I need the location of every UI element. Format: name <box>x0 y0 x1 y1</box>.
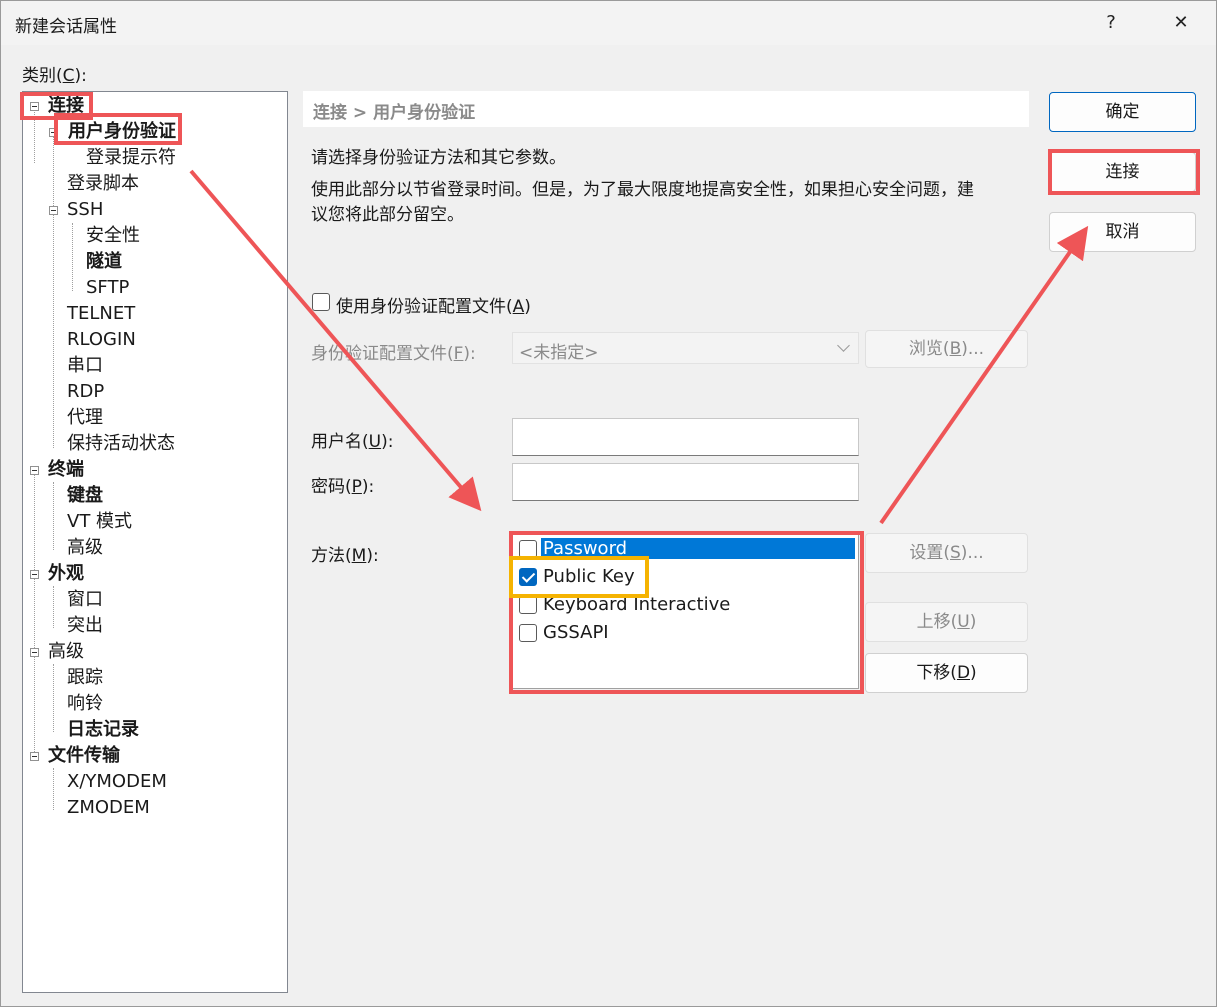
tree-item-terminal[interactable]: 终端 <box>48 459 84 481</box>
tree-item-zmodem[interactable]: ZMODEM <box>67 797 150 819</box>
username-label: 用户名(U): <box>311 432 394 452</box>
cancel-button[interactable]: 取消 <box>1049 212 1196 252</box>
tree-item-ssh[interactable]: SSH <box>67 199 103 221</box>
method-checkbox-keyboard-interactive[interactable] <box>519 596 537 614</box>
tree-item-login-script[interactable]: 登录脚本 <box>67 173 139 195</box>
description-text-3: 议您将此部分留空。 <box>311 205 464 225</box>
breadcrumb: 连接 > 用户身份验证 <box>303 91 1029 127</box>
dialog-window: 新建会话属性 ? ✕ 类别(C): 连接 用户身份验证 登录提示符 登录脚本 S… <box>0 0 1217 1007</box>
move-down-button[interactable]: 下移(D) <box>865 653 1028 693</box>
use-auth-profile-checkbox[interactable] <box>312 293 330 311</box>
collapse-icon[interactable] <box>30 570 39 579</box>
use-auth-profile-label[interactable]: 使用身份验证配置文件(A) <box>336 292 531 317</box>
tree-item-terminal-advanced[interactable]: 高级 <box>67 537 103 559</box>
collapse-icon[interactable] <box>30 752 39 761</box>
tree-item-keepalive[interactable]: 保持活动状态 <box>67 433 175 455</box>
tree-item-advanced[interactable]: 高级 <box>48 641 84 663</box>
collapse-icon[interactable] <box>30 102 39 111</box>
tree-item-appearance[interactable]: 外观 <box>48 563 84 585</box>
arrow-to-connect-button <box>879 225 1089 525</box>
tree-item-rdp[interactable]: RDP <box>67 381 104 403</box>
browse-button[interactable]: 浏览(B)... <box>865 330 1028 368</box>
auth-profile-select[interactable]: <未指定> <box>512 332 859 364</box>
tree-item-vt-mode[interactable]: VT 模式 <box>67 511 132 533</box>
method-checkbox-public-key[interactable] <box>519 568 537 586</box>
tree-item-keyboard[interactable]: 键盘 <box>67 485 103 507</box>
method-item-keyboard-interactive[interactable]: Keyboard Interactive <box>513 592 858 618</box>
tree-item-file-transfer[interactable]: 文件传输 <box>48 745 120 767</box>
tree-item-window[interactable]: 窗口 <box>67 589 103 611</box>
tree-item-bell[interactable]: 响铃 <box>67 693 103 715</box>
collapse-icon[interactable] <box>30 466 39 475</box>
collapse-icon[interactable] <box>30 648 39 657</box>
description-text-2: 使用此部分以节省登录时间。但是，为了最大限度地提高安全性，如果担心安全问题，建 <box>311 180 974 200</box>
auth-profile-label: 身份验证配置文件(F): <box>311 344 476 364</box>
connect-button[interactable]: 连接 <box>1049 152 1196 192</box>
method-item-gssapi[interactable]: GSSAPI <box>513 620 858 646</box>
method-item-password[interactable]: Password <box>513 536 858 562</box>
description-text: 请选择身份验证方法和其它参数。 <box>311 148 566 168</box>
breadcrumb-text: 连接 > 用户身份验证 <box>313 103 476 123</box>
tree-item-connection[interactable]: 连接 <box>48 95 84 117</box>
tree-item-highlight[interactable]: 突出 <box>67 615 103 637</box>
chevron-down-icon <box>837 339 850 352</box>
ok-button[interactable]: 确定 <box>1049 92 1196 132</box>
category-label: 类别(C): <box>22 66 87 86</box>
help-button[interactable]: ? <box>1094 9 1128 37</box>
password-label: 密码(P): <box>311 477 375 497</box>
title-bar: 新建会话属性 ? ✕ <box>1 1 1216 45</box>
window-title: 新建会话属性 <box>15 17 117 37</box>
tree-item-user-auth[interactable]: 用户身份验证 <box>68 121 176 143</box>
tree-item-telnet[interactable]: TELNET <box>67 303 135 325</box>
auth-method-list[interactable]: Password Public Key Keyboard Interactive… <box>512 533 859 689</box>
category-tree[interactable]: 连接 用户身份验证 登录提示符 登录脚本 SSH 安全性 隧道 SFTP TEL… <box>22 91 288 993</box>
password-input[interactable] <box>512 463 859 501</box>
tree-item-proxy[interactable]: 代理 <box>67 407 103 429</box>
tree-item-serial[interactable]: 串口 <box>67 355 103 377</box>
username-input[interactable] <box>512 418 859 456</box>
tree-item-sftp[interactable]: SFTP <box>86 277 129 299</box>
collapse-icon[interactable] <box>49 128 58 137</box>
method-label: 方法(M): <box>311 546 379 566</box>
tree-item-tunnel[interactable]: 隧道 <box>86 251 122 273</box>
tree-item-login-prompt[interactable]: 登录提示符 <box>86 147 176 169</box>
close-button[interactable]: ✕ <box>1164 9 1198 37</box>
method-item-public-key[interactable]: Public Key <box>513 564 858 590</box>
move-up-button[interactable]: 上移(U) <box>865 602 1028 642</box>
tree-item-logging[interactable]: 日志记录 <box>67 719 139 741</box>
method-checkbox-gssapi[interactable] <box>519 624 537 642</box>
tree-item-trace[interactable]: 跟踪 <box>67 667 103 689</box>
method-settings-button[interactable]: 设置(S)... <box>865 533 1028 573</box>
tree-item-rlogin[interactable]: RLOGIN <box>67 329 136 351</box>
auth-profile-value: <未指定> <box>519 343 599 363</box>
method-checkbox-password[interactable] <box>519 540 537 558</box>
tree-item-xymodem[interactable]: X/YMODEM <box>67 771 167 793</box>
collapse-icon[interactable] <box>49 206 58 215</box>
tree-item-security[interactable]: 安全性 <box>86 225 140 247</box>
